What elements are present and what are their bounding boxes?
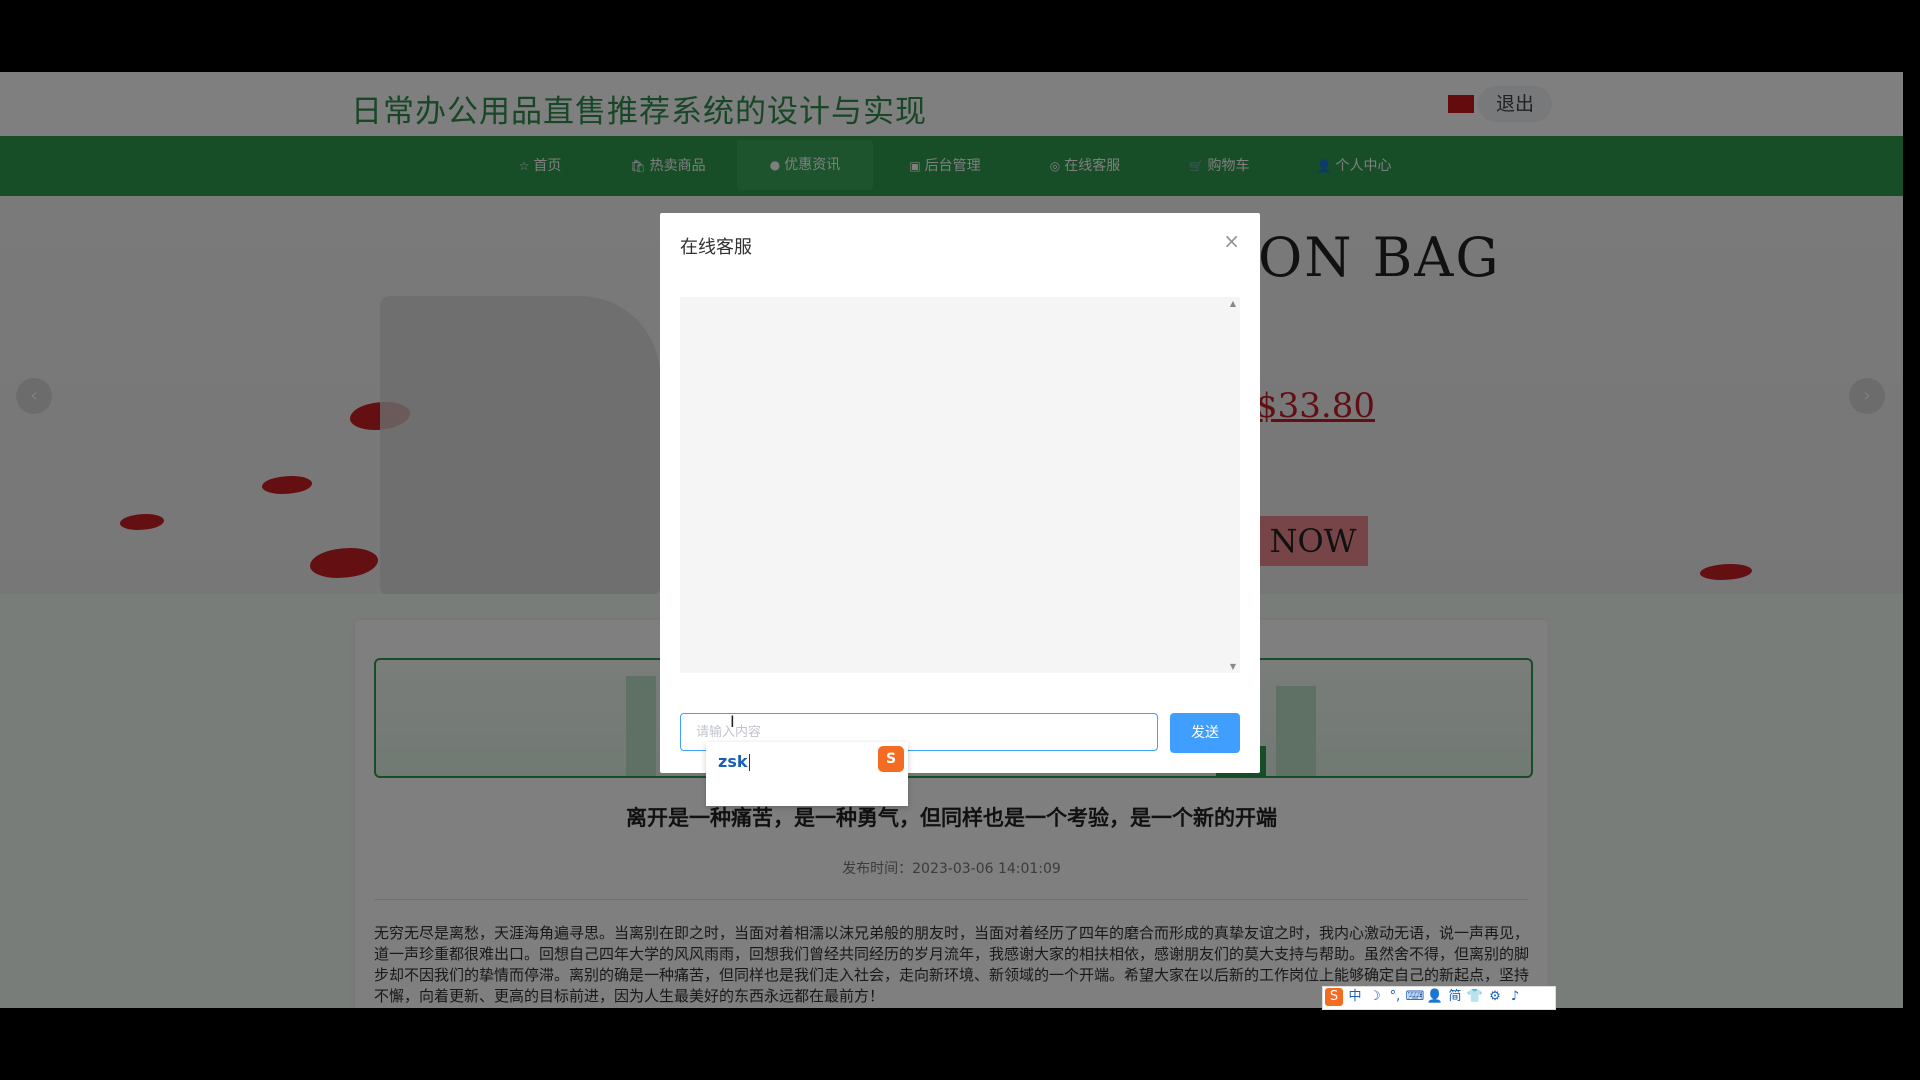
ime-halfwidth-icon[interactable]: ☽	[1365, 987, 1385, 1007]
sogou-ime-icon: S	[878, 746, 904, 772]
dialog-title: 在线客服	[680, 237, 752, 258]
ime-user-icon[interactable]: 👤	[1425, 987, 1445, 1007]
sogou-ime-icon[interactable]: S	[1325, 988, 1343, 1006]
ime-chinese-mode-icon[interactable]: 中	[1345, 987, 1365, 1007]
ime-composition-window: zsk S	[706, 742, 908, 806]
ime-punctuation-icon[interactable]: °,	[1385, 987, 1405, 1007]
ime-settings-icon[interactable]: ⚙	[1485, 987, 1505, 1007]
scroll-up-icon[interactable]: ▲	[1230, 299, 1236, 308]
ime-composition-text: zsk	[718, 752, 751, 771]
scroll-down-icon[interactable]: ▼	[1230, 662, 1236, 671]
support-dialog: 在线客服 × ▲ ▼ 请输入内容 发送	[660, 213, 1260, 773]
chat-messages-area[interactable]: ▲ ▼	[680, 297, 1240, 673]
ime-keyboard-icon[interactable]: ⌨	[1405, 987, 1425, 1007]
close-icon[interactable]: ×	[1223, 229, 1240, 253]
ime-skin-icon[interactable]: 👕	[1465, 987, 1485, 1007]
text-cursor-icon: I	[730, 712, 735, 731]
send-button[interactable]: 发送	[1170, 713, 1240, 753]
ime-status-toolbar: S 中 ☽ °, ⌨ 👤 简 👕 ⚙ ♪	[1322, 986, 1556, 1010]
ime-tiktok-icon[interactable]: ♪	[1505, 987, 1525, 1007]
ime-simplified-icon[interactable]: 简	[1445, 987, 1465, 1007]
